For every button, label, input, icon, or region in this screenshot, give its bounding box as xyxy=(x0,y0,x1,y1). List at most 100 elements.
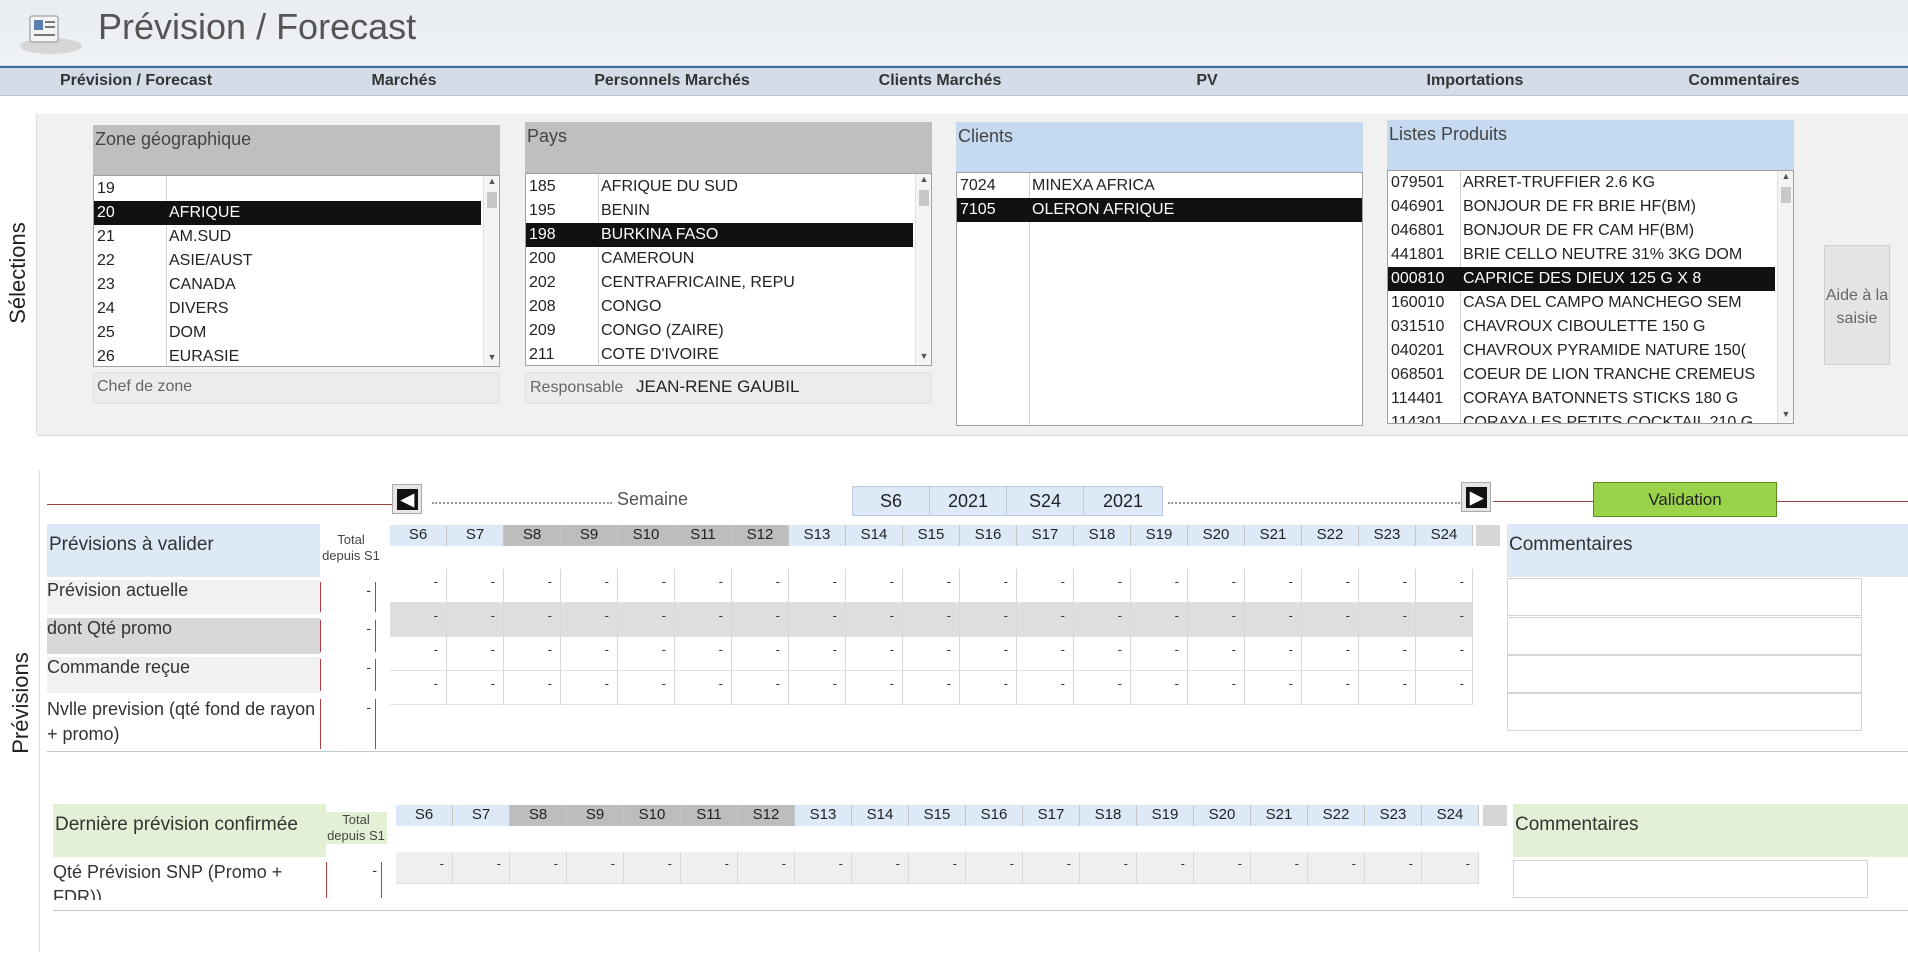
zone-listbox[interactable]: ▲ ▼ 19 20 AFRIQUE 21 AM.SUD 22 ASIE/AUST 23 CANAD… xyxy=(93,175,500,367)
list-item[interactable]: 198 BURKINA FASO xyxy=(526,223,913,247)
list-item[interactable]: 441801 BRIE CELLO NEUTRE 31% 3KG DOM xyxy=(1388,243,1775,267)
forecast-cell[interactable]: - xyxy=(1017,671,1074,705)
forecast-cell[interactable]: - xyxy=(846,671,903,705)
pays-listbox[interactable]: ▲ ▼ 185 AFRIQUE DU SUD 195 BENIN 198 BURKINA F… xyxy=(525,173,932,366)
nav-clients-marches[interactable]: Clients Marchés xyxy=(879,72,1002,90)
list-item[interactable]: 24 DIVERS xyxy=(94,297,481,321)
aide-saisie-button[interactable]: Aide à la saisie xyxy=(1824,245,1890,365)
forecast-cell[interactable]: - xyxy=(732,569,789,603)
forecast-cell[interactable]: - xyxy=(960,671,1017,705)
forecast-cell[interactable]: - xyxy=(1131,671,1188,705)
row-total[interactable]: - xyxy=(320,620,376,652)
forecast-cell[interactable]: - xyxy=(504,671,561,705)
forecast-cell[interactable]: - xyxy=(732,603,789,637)
list-item[interactable]: 031510 CHAVROUX CIBOULETTE 150 G xyxy=(1388,315,1775,339)
forecast-cell[interactable]: - xyxy=(618,637,675,671)
block1-comment-3[interactable] xyxy=(1507,655,1862,693)
block1-comment-1[interactable] xyxy=(1507,578,1862,616)
period-start-year[interactable]: 2021 xyxy=(929,486,1007,516)
forecast-cell[interactable]: - xyxy=(1302,637,1359,671)
list-item[interactable]: 046801 BONJOUR DE FR CAM HF(BM) xyxy=(1388,219,1775,243)
forecast-cell[interactable]: - xyxy=(1422,852,1479,884)
forecast-cell[interactable]: - xyxy=(1359,603,1416,637)
forecast-cell[interactable]: - xyxy=(561,637,618,671)
scroll-down-icon[interactable]: ▼ xyxy=(916,351,931,365)
forecast-cell[interactable]: - xyxy=(1416,603,1473,637)
forecast-cell[interactable]: - xyxy=(561,603,618,637)
forecast-cell[interactable]: - xyxy=(675,637,732,671)
list-item[interactable]: 202 CENTRAFRICAINE, REPU xyxy=(526,271,913,295)
forecast-cell[interactable]: - xyxy=(852,852,909,884)
scroll-up-icon[interactable]: ▲ xyxy=(916,174,931,188)
forecast-cell[interactable]: - xyxy=(1131,569,1188,603)
forecast-cell[interactable]: - xyxy=(390,637,447,671)
forecast-cell[interactable]: - xyxy=(1416,637,1473,671)
forecast-cell[interactable]: - xyxy=(1365,852,1422,884)
row-total[interactable]: - xyxy=(326,862,382,898)
forecast-cell[interactable]: - xyxy=(1188,671,1245,705)
zone-scrollbar[interactable]: ▲ ▼ xyxy=(483,176,499,366)
forecast-cell[interactable]: - xyxy=(1416,671,1473,705)
forecast-cell[interactable]: - xyxy=(624,852,681,884)
block1-comment-4[interactable] xyxy=(1507,693,1862,731)
forecast-cell[interactable]: - xyxy=(1245,603,1302,637)
list-item[interactable]: 068501 COEUR DE LION TRANCHE CREMEUS xyxy=(1388,363,1775,387)
scroll-up-icon[interactable]: ▲ xyxy=(1778,171,1793,185)
period-start-week[interactable]: S6 xyxy=(852,486,930,516)
forecast-cell[interactable]: - xyxy=(960,637,1017,671)
nav-personnels-marches[interactable]: Personnels Marchés xyxy=(594,72,750,90)
forecast-cell[interactable]: - xyxy=(903,637,960,671)
forecast-cell[interactable]: - xyxy=(1359,637,1416,671)
forecast-cell[interactable]: - xyxy=(567,852,624,884)
forecast-cell[interactable]: - xyxy=(1302,671,1359,705)
forecast-cell[interactable]: - xyxy=(903,569,960,603)
forecast-cell[interactable]: - xyxy=(966,852,1023,884)
pays-scrollbar[interactable]: ▲ ▼ xyxy=(915,174,931,365)
forecast-cell[interactable]: - xyxy=(1137,852,1194,884)
produits-listbox[interactable]: ▲ ▼ 079501 ARRET-TRUFFIER 2.6 KG 046901 BONJ… xyxy=(1387,170,1794,424)
list-item[interactable]: 160010 CASA DEL CAMPO MANCHEGO SEM xyxy=(1388,291,1775,315)
forecast-cell[interactable]: - xyxy=(1188,637,1245,671)
forecast-cell[interactable]: - xyxy=(1131,637,1188,671)
list-item[interactable]: 7024 MINEXA AFRICA xyxy=(957,174,1362,198)
forecast-cell[interactable]: - xyxy=(1074,569,1131,603)
forecast-cell[interactable]: - xyxy=(396,852,453,884)
list-item[interactable]: 208 CONGO xyxy=(526,295,913,319)
block1-comment-2[interactable] xyxy=(1507,617,1862,655)
forecast-cell[interactable]: - xyxy=(789,671,846,705)
list-item[interactable]: 211 COTE D'IVOIRE xyxy=(526,343,913,365)
forecast-cell[interactable]: - xyxy=(1194,852,1251,884)
list-item[interactable]: 20 AFRIQUE xyxy=(94,201,481,225)
forecast-cell[interactable]: - xyxy=(1302,603,1359,637)
forecast-cell[interactable]: - xyxy=(789,603,846,637)
forecast-cell[interactable]: - xyxy=(390,603,447,637)
forecast-cell[interactable]: - xyxy=(453,852,510,884)
forecast-cell[interactable]: - xyxy=(1302,569,1359,603)
forecast-cell[interactable]: - xyxy=(789,637,846,671)
forecast-cell[interactable]: - xyxy=(618,671,675,705)
forecast-cell[interactable]: - xyxy=(390,671,447,705)
forecast-cell[interactable]: - xyxy=(510,852,567,884)
forecast-cell[interactable]: - xyxy=(903,671,960,705)
forecast-cell[interactable]: - xyxy=(447,603,504,637)
forecast-cell[interactable]: - xyxy=(795,852,852,884)
nav-marches[interactable]: Marchés xyxy=(372,72,437,90)
list-item[interactable]: 114401 CORAYA BATONNETS STICKS 180 G xyxy=(1388,387,1775,411)
forecast-cell[interactable]: - xyxy=(1251,852,1308,884)
row-total[interactable]: - xyxy=(320,659,376,691)
forecast-cell[interactable]: - xyxy=(504,603,561,637)
forecast-cell[interactable]: - xyxy=(846,637,903,671)
nav-importations[interactable]: Importations xyxy=(1427,72,1524,90)
list-item[interactable]: 22 ASIE/AUST xyxy=(94,249,481,273)
forecast-cell[interactable]: - xyxy=(504,569,561,603)
period-end-week[interactable]: S24 xyxy=(1006,486,1084,516)
nav-commentaires[interactable]: Commentaires xyxy=(1688,72,1799,90)
forecast-cell[interactable]: - xyxy=(1131,603,1188,637)
list-item[interactable]: 046901 BONJOUR DE FR BRIE HF(BM) xyxy=(1388,195,1775,219)
forecast-cell[interactable]: - xyxy=(1188,603,1245,637)
forecast-cell[interactable]: - xyxy=(1080,852,1137,884)
forecast-cell[interactable]: - xyxy=(1359,671,1416,705)
forecast-cell[interactable]: - xyxy=(1023,852,1080,884)
forecast-cell[interactable]: - xyxy=(909,852,966,884)
nav-prevision[interactable]: Prévision / Forecast xyxy=(60,72,212,90)
